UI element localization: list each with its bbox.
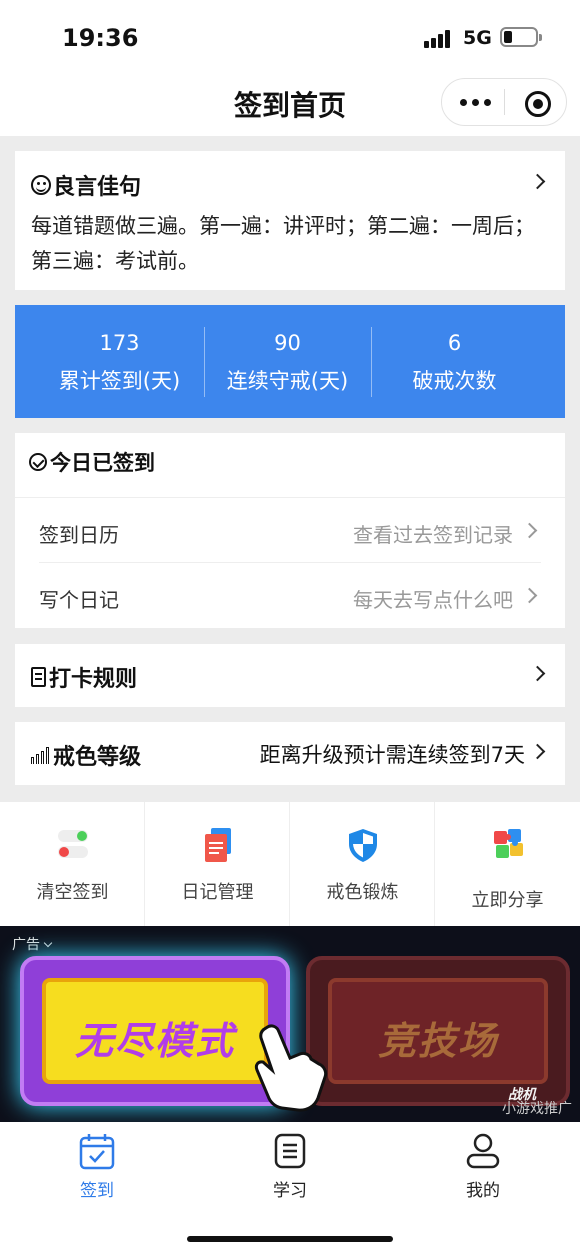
action-label: 日记管理 (181, 882, 254, 903)
stat-value: 173 (99, 331, 140, 355)
puzzle-icon (494, 829, 523, 858)
ad-banner[interactable]: 广告 无尽模式 竞技场 战机 小游戏推广 (0, 926, 580, 1122)
divider (15, 497, 565, 498)
close-miniprogram-icon[interactable] (525, 91, 551, 117)
status-bar: 19:36 5G (0, 0, 580, 72)
quick-actions: 清空签到 日记管理 戒色锻炼 立即分享 (0, 802, 580, 926)
ad-source: 小游戏推广 (502, 1101, 572, 1117)
tile-inner: 竞技场 (328, 978, 548, 1084)
bar-chart-icon (31, 746, 51, 764)
user-icon (466, 1133, 500, 1169)
row-hint: 每天去写点什么吧 (353, 588, 513, 612)
calendar-check-icon (79, 1134, 115, 1170)
stat-label: 破戒次数 (412, 369, 497, 393)
level-header: 戒色等级 (31, 739, 141, 771)
stat-label: 连续守戒(天) (226, 369, 349, 393)
clear-checkin-button[interactable]: 清空签到 (0, 802, 145, 926)
check-circle-icon (29, 453, 47, 471)
chevron-right-icon (529, 173, 546, 190)
tab-study[interactable]: 学习 (193, 1132, 387, 1212)
stat-streak: 90 连续守戒(天) (196, 305, 379, 418)
quote-header: 良言佳句 (31, 169, 141, 201)
level-card[interactable]: 戒色等级 距离升级预计需连续签到7天 (15, 722, 565, 785)
chevron-right-icon (521, 522, 538, 539)
tab-label: 签到 (80, 1181, 114, 1201)
action-label: 立即分享 (471, 890, 544, 911)
row-label: 签到日历 (39, 523, 119, 547)
stat-value: 6 (447, 331, 462, 355)
list-icon (274, 1133, 306, 1169)
quote-text: 每道错题做三遍。第一遍：讲评时；第二遍：一周后；第三遍：考试前。 (31, 214, 535, 273)
stat-relapses: 6 破戒次数 (363, 305, 546, 418)
smile-icon (31, 175, 51, 195)
quote-title: 良言佳句 (53, 175, 142, 200)
level-title: 戒色等级 (53, 745, 142, 770)
tab-checkin[interactable]: 签到 (0, 1132, 194, 1212)
shield-icon (349, 829, 377, 862)
status-time: 19:36 (62, 24, 139, 52)
endless-mode-text: 无尽模式 (74, 1019, 235, 1063)
arena-text: 竞技场 (377, 1019, 498, 1063)
documents-icon (205, 828, 231, 862)
level-hint: 距离升级预计需连续签到7天 (259, 743, 525, 767)
home-indicator[interactable] (187, 1236, 393, 1242)
miniprogram-capsule (441, 78, 567, 126)
rules-card[interactable]: 打卡规则 (15, 644, 565, 707)
rules-header: 打卡规则 (31, 661, 137, 693)
stat-label: 累计签到(天) (58, 369, 181, 393)
row-hint: 查看过去签到记录 (353, 523, 513, 547)
stat-value: 90 (274, 331, 301, 355)
training-button[interactable]: 戒色锻炼 (290, 802, 435, 926)
quote-card[interactable]: 良言佳句 每道错题做三遍。第一遍：讲评时；第二遍：一周后；第三遍：考试前。 (15, 151, 565, 290)
diary-row[interactable]: 写个日记 每天去写点什么吧 (15, 564, 565, 628)
network-label: 5G (463, 27, 492, 49)
today-header: 今日已签到 (29, 447, 155, 477)
stat-total-checkins: 173 累计签到(天) (28, 305, 211, 418)
endless-mode-tile: 无尽模式 (20, 956, 290, 1106)
diary-manage-button[interactable]: 日记管理 (145, 802, 290, 926)
tab-mine[interactable]: 我的 (386, 1132, 580, 1212)
tab-label: 学习 (273, 1181, 307, 1201)
tab-label: 我的 (466, 1181, 500, 1201)
ad-tag-label: 广告 (12, 937, 40, 953)
tile-inner: 无尽模式 (42, 978, 268, 1084)
document-icon (31, 667, 46, 687)
today-title: 今日已签到 (50, 451, 155, 475)
stats-panel: 173 累计签到(天) 90 连续守戒(天) 6 破戒次数 (15, 305, 565, 418)
action-label: 戒色锻炼 (326, 882, 399, 903)
calendar-row[interactable]: 签到日历 查看过去签到记录 (15, 499, 565, 563)
share-button[interactable]: 立即分享 (435, 802, 580, 926)
ad-tag[interactable]: 广告 (12, 934, 53, 954)
capsule-divider (504, 89, 505, 115)
nav-bar: 签到首页 (0, 72, 580, 136)
signal-icon (424, 30, 454, 48)
chevron-right-icon (529, 743, 546, 760)
row-label: 写个日记 (39, 588, 119, 612)
chevron-right-icon (529, 665, 546, 682)
toggle-icon (58, 830, 88, 858)
chevron-right-icon (521, 587, 538, 604)
rules-title: 打卡规则 (49, 667, 138, 692)
battery-icon (500, 27, 542, 47)
pointing-hand-icon (254, 1024, 328, 1112)
chevron-down-icon (43, 938, 53, 948)
divider (39, 562, 541, 563)
action-label: 清空签到 (36, 882, 109, 903)
today-card: 今日已签到 签到日历 查看过去签到记录 写个日记 每天去写点什么吧 (15, 433, 565, 628)
more-icon[interactable] (460, 99, 492, 107)
